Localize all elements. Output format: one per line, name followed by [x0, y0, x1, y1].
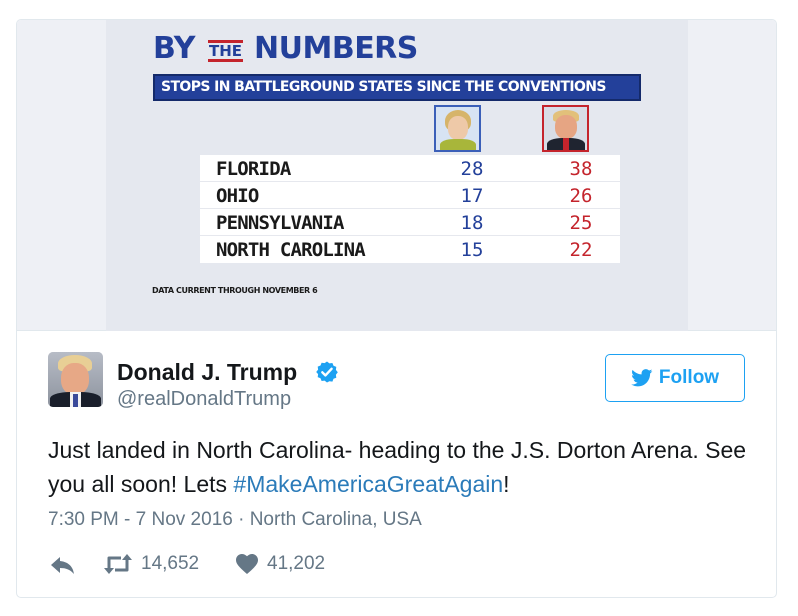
verified-badge-icon: [316, 361, 338, 383]
graphic-subtitle: STOPS IN BATTLEGROUND STATES SINCE THE C…: [153, 74, 641, 101]
embedded-graphic[interactable]: BY THE NUMBERS STOPS IN BATTLEGROUND STA…: [17, 20, 776, 331]
like-button[interactable]: 41,202: [235, 552, 325, 576]
clinton-value: 15: [460, 239, 484, 261]
follow-button[interactable]: Follow: [605, 354, 745, 402]
follow-label: Follow: [658, 367, 720, 388]
trump-value: 22: [569, 239, 593, 261]
retweet-icon: [104, 554, 132, 574]
like-count: 41,202: [267, 553, 326, 574]
graphic-title-the: THE: [208, 40, 244, 62]
graphic-title-numbers: NUMBERS: [254, 31, 418, 66]
graphic-title-by: BY: [153, 31, 195, 66]
clinton-photo: [434, 105, 481, 152]
hashtag-link[interactable]: #MakeAmericaGreatAgain: [233, 471, 503, 497]
trump-photo: [542, 105, 589, 152]
source-note: DATA CURRENT THROUGH NOVEMBER 6: [152, 286, 318, 295]
trump-value: 26: [569, 185, 593, 207]
heart-icon: [236, 554, 258, 574]
tweet-timestamp[interactable]: 7:30 PM - 7 Nov 2016 · North Carolina, U…: [48, 508, 422, 532]
tweet-text: Just landed in North Carolina- heading t…: [48, 433, 768, 501]
display-name[interactable]: Donald J. Trump: [117, 358, 297, 386]
screen-name[interactable]: @realDonaldTrump: [117, 387, 291, 411]
retweet-button[interactable]: 14,652: [103, 552, 199, 576]
table-row: NORTH CAROLINA 15 22: [200, 236, 620, 263]
state-name: FLORIDA: [216, 158, 291, 180]
bird-icon: [631, 369, 653, 387]
table-row: FLORIDA 28 38: [200, 155, 620, 182]
clinton-value: 28: [460, 158, 484, 180]
state-name: PENNSYLVANIA: [216, 212, 344, 234]
trump-value: 25: [569, 212, 593, 234]
tweet-text-part: !: [503, 471, 510, 497]
table-row: PENNSYLVANIA 18 25: [200, 209, 620, 236]
tweet-card: BY THE NUMBERS STOPS IN BATTLEGROUND STA…: [16, 19, 777, 598]
reply-icon[interactable]: [50, 555, 76, 577]
stops-table: FLORIDA 28 38 OHIO 17 26 PENNSYLVANIA 18…: [200, 155, 620, 263]
state-name: OHIO: [216, 185, 259, 207]
clinton-value: 17: [460, 185, 484, 207]
trump-value: 38: [569, 158, 593, 180]
state-name: NORTH CAROLINA: [216, 239, 366, 261]
table-row: OHIO 17 26: [200, 182, 620, 209]
retweet-count: 14,652: [141, 553, 200, 574]
clinton-value: 18: [460, 212, 484, 234]
avatar[interactable]: [48, 352, 103, 407]
